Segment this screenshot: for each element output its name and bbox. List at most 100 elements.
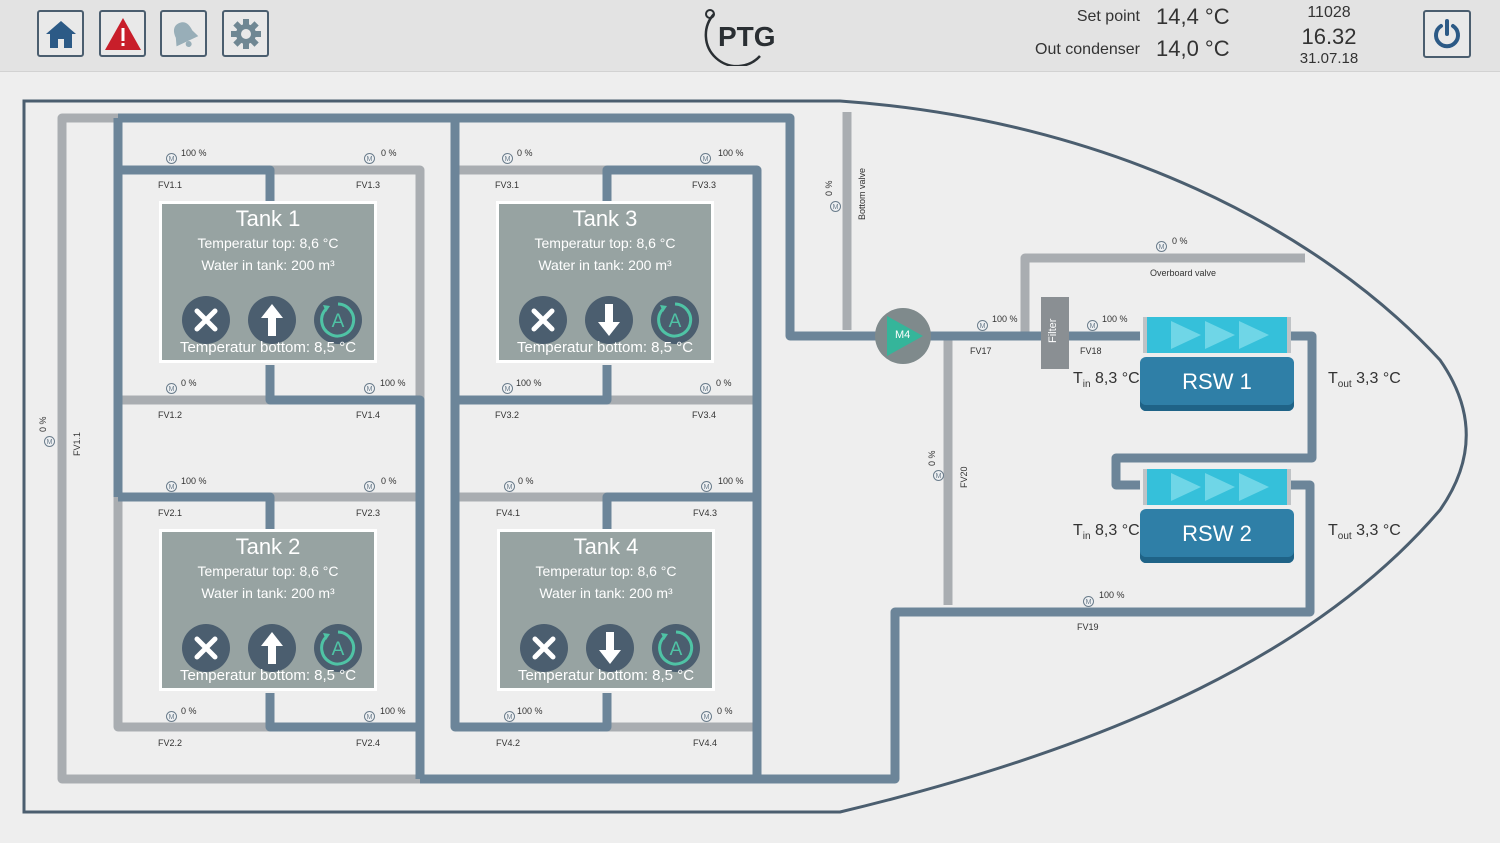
auto-mode-icon: A [320, 302, 356, 338]
auto-mode-button[interactable]: A [314, 296, 362, 344]
alarm-button[interactable] [99, 10, 146, 57]
valve-motor-icon[interactable]: M [166, 711, 177, 722]
valve-label-fv19: FV19 [1077, 622, 1099, 632]
stop-button[interactable] [182, 296, 230, 344]
valve-motor-icon[interactable]: M [504, 481, 515, 492]
auto-mode-icon: A [658, 630, 694, 666]
valve-label-fv4-4: FV4.4 [693, 738, 718, 748]
overboard-valve-label: Overboard valve [1150, 268, 1217, 278]
valve-opening: 100 % [181, 476, 207, 486]
tank-temp-bottom: Temperatur bottom: 8,5 °C [179, 339, 357, 356]
valve-motor-icon[interactable]: M [977, 320, 988, 331]
auto-mode-button[interactable]: A [652, 624, 700, 672]
pump-label: M4 [895, 329, 911, 341]
arrow-up-icon [261, 304, 283, 336]
valve-motor-icon[interactable]: M [364, 711, 375, 722]
close-icon [531, 308, 555, 332]
tank-1-panel: Tank 1 Temperatur top: 8,6 °C Water in t… [159, 201, 377, 363]
rsw-1-temp-in: Tin 8,3 °C [1073, 370, 1140, 391]
stop-button[interactable] [519, 296, 567, 344]
rsw-1-temp-in-value: 8,3 °C [1095, 370, 1140, 387]
valve-opening: 100 % [718, 148, 744, 158]
valve-motor-icon[interactable]: M [701, 481, 712, 492]
tank-temp-top: Temperatur top: 8,6 °C [197, 235, 339, 251]
valve-label-fv17: FV17 [970, 346, 992, 356]
fill-up-button[interactable] [248, 624, 296, 672]
tank-name: Tank 4 [573, 534, 639, 559]
home-button[interactable] [37, 10, 84, 57]
valve-opening: 0 % [518, 476, 534, 486]
notifications-button[interactable] [160, 10, 207, 57]
valve-motor-icon[interactable]: M [1156, 241, 1167, 252]
svg-text:A: A [669, 311, 682, 332]
valve-label-fv18: FV18 [1080, 346, 1102, 356]
drain-down-button[interactable] [585, 296, 633, 344]
drain-down-button[interactable] [586, 624, 634, 672]
valve-label-fv3-4: FV3.4 [692, 410, 717, 420]
flow-arrows-icon [1143, 317, 1291, 353]
out-condenser-value: 14,0 °C [1156, 36, 1230, 61]
close-icon [194, 636, 218, 660]
valve-motor-icon[interactable]: M [830, 201, 841, 212]
valve-motor-icon[interactable]: M [44, 436, 55, 447]
bottom-valve-label: Bottom valve [857, 167, 867, 220]
arrow-down-icon [599, 632, 621, 664]
close-icon [532, 636, 556, 660]
valve-motor-icon[interactable]: M [166, 481, 177, 492]
valve-label-fv1-4: FV1.4 [356, 410, 381, 420]
valve-motor-icon[interactable]: M [1087, 320, 1098, 331]
auto-mode-button[interactable]: A [651, 296, 699, 344]
home-icon [45, 20, 76, 48]
auto-mode-button[interactable]: A [314, 624, 362, 672]
top-bar: PTG Set point 14,4 °C Out condenser 14,0… [0, 0, 1500, 72]
tank-water-volume: Water in tank: 200 m³ [538, 257, 672, 273]
valve-motor-icon[interactable]: M [364, 153, 375, 164]
valve-opening: 100 % [517, 706, 543, 716]
valve-opening: 100 % [1102, 314, 1128, 324]
valve-opening: 100 % [380, 378, 406, 388]
auto-mode-icon: A [657, 302, 693, 338]
rsw-1-flow [1143, 317, 1291, 353]
valve-motor-icon[interactable]: M [364, 481, 375, 492]
svg-text:A: A [332, 311, 345, 332]
valve-motor-icon[interactable]: M [1083, 596, 1094, 607]
rsw-1-label: RSW 1 [1140, 357, 1294, 411]
rsw-1-temp-out: Tout 3,3 °C [1328, 370, 1401, 391]
valve-motor-icon[interactable]: M [502, 383, 513, 394]
fill-up-button[interactable] [248, 296, 296, 344]
rsw-2-flow [1143, 469, 1291, 505]
pump-m4[interactable]: M4 [875, 308, 931, 364]
out-condenser-label: Out condenser [1035, 41, 1140, 58]
valve-opening: 100 % [516, 378, 542, 388]
valve-motor-icon[interactable]: M [700, 153, 711, 164]
valve-opening: 0 % [181, 378, 197, 388]
tank-temp-top: Temperatur top: 8,6 °C [197, 563, 339, 579]
valve-label-fv2-3: FV2.3 [356, 508, 381, 518]
valve-motor-icon[interactable]: M [502, 153, 513, 164]
valve-label-fv4-3: FV4.3 [693, 508, 718, 518]
stop-button[interactable] [520, 624, 568, 672]
valve-motor-icon[interactable]: M [700, 383, 711, 394]
power-button[interactable] [1423, 10, 1471, 58]
svg-text:A: A [332, 639, 345, 660]
set-point-label: Set point [1076, 8, 1140, 25]
valve-opening: 100 % [992, 314, 1018, 324]
valve-label-fv3-2: FV3.2 [495, 410, 520, 420]
rsw-2-temp-in-value: 8,3 °C [1095, 522, 1140, 539]
filter[interactable]: Filter [1041, 297, 1069, 369]
tank-2-panel: Tank 2 Temperatur top: 8,6 °C Water in t… [159, 529, 377, 691]
valve-motor-icon[interactable]: M [166, 153, 177, 164]
valve-motor-icon[interactable]: M [504, 711, 515, 722]
status-code: 11028 [1307, 4, 1351, 21]
tank-temp-bottom: Temperatur bottom: 8,5 °C [179, 667, 357, 684]
valve-opening: 0 % [716, 378, 732, 388]
valve-motor-icon[interactable]: M [933, 470, 944, 481]
valve-label-fv1-1-side: FV1.1 [72, 431, 82, 456]
stop-button[interactable] [182, 624, 230, 672]
valve-motor-icon[interactable]: M [701, 711, 712, 722]
valve-motor-icon[interactable]: M [364, 383, 375, 394]
valve-motor-icon[interactable]: M [166, 383, 177, 394]
settings-button[interactable] [222, 10, 269, 57]
bell-icon [173, 21, 198, 47]
valve-opening: 0 % [181, 706, 197, 716]
